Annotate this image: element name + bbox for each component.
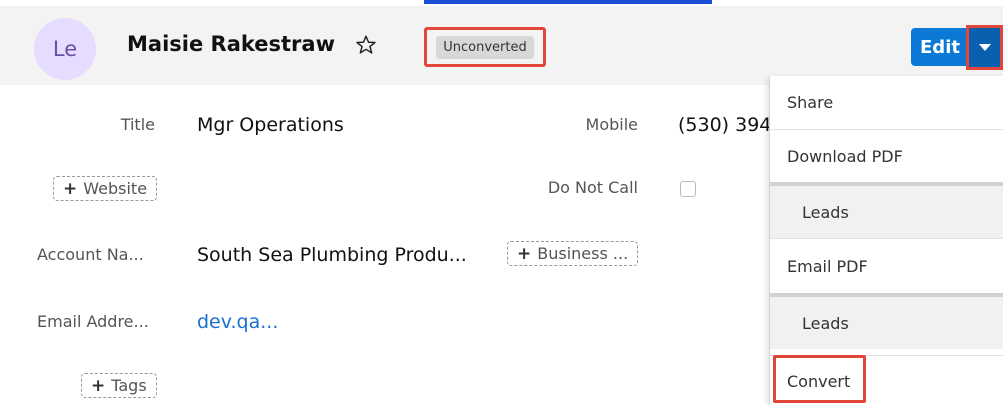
add-tags-button[interactable]: + Tags <box>81 373 157 398</box>
plus-icon: + <box>517 243 532 264</box>
mobile-value[interactable]: (530) 394 <box>678 114 771 136</box>
tags-chip-label: Tags <box>111 376 147 395</box>
actions-dropdown-toggle[interactable] <box>966 25 1003 70</box>
status-badge-highlight: Unconverted <box>424 27 546 67</box>
convert-highlight <box>773 355 866 403</box>
do-not-call-checkbox[interactable] <box>680 181 696 197</box>
account-name-value[interactable]: South Sea Plumbing Produ... <box>197 244 467 266</box>
plus-icon: + <box>91 375 106 396</box>
business-chip-label: Business ... <box>537 244 629 263</box>
do-not-call-label: Do Not Call <box>547 178 638 197</box>
star-icon[interactable] <box>355 34 377 56</box>
title-label: Title <box>120 115 155 134</box>
menu-item-email-pdf-leads[interactable]: Leads <box>770 297 1003 349</box>
record-name: Maisie Rakestraw <box>127 32 335 56</box>
edit-button[interactable]: Edit <box>911 28 969 66</box>
menu-item-download-pdf[interactable]: Download PDF <box>770 129 1003 182</box>
status-badge: Unconverted <box>436 35 534 59</box>
mobile-label: Mobile <box>585 115 638 134</box>
title-value[interactable]: Mgr Operations <box>197 114 344 136</box>
add-business-button[interactable]: + Business ... <box>507 241 639 266</box>
menu-item-email-pdf[interactable]: Email PDF <box>770 238 1003 293</box>
menu-item-download-pdf-leads[interactable]: Leads <box>770 186 1003 238</box>
account-name-label: Account Na... <box>37 245 144 264</box>
record-view: Le Maisie Rakestraw Unconverted Edit Tit… <box>0 0 1003 405</box>
avatar: Le <box>34 18 96 80</box>
menu-item-share[interactable]: Share <box>770 76 1003 129</box>
website-chip-label: Website <box>83 179 148 198</box>
email-label: Email Addre... <box>37 312 149 331</box>
chevron-down-icon <box>978 44 991 51</box>
plus-icon: + <box>63 178 78 199</box>
email-value[interactable]: dev.qa... <box>197 311 278 333</box>
add-website-button[interactable]: + Website <box>53 176 158 201</box>
record-header: Le Maisie Rakestraw Unconverted Edit <box>0 6 1003 85</box>
top-link-underline <box>424 0 712 4</box>
